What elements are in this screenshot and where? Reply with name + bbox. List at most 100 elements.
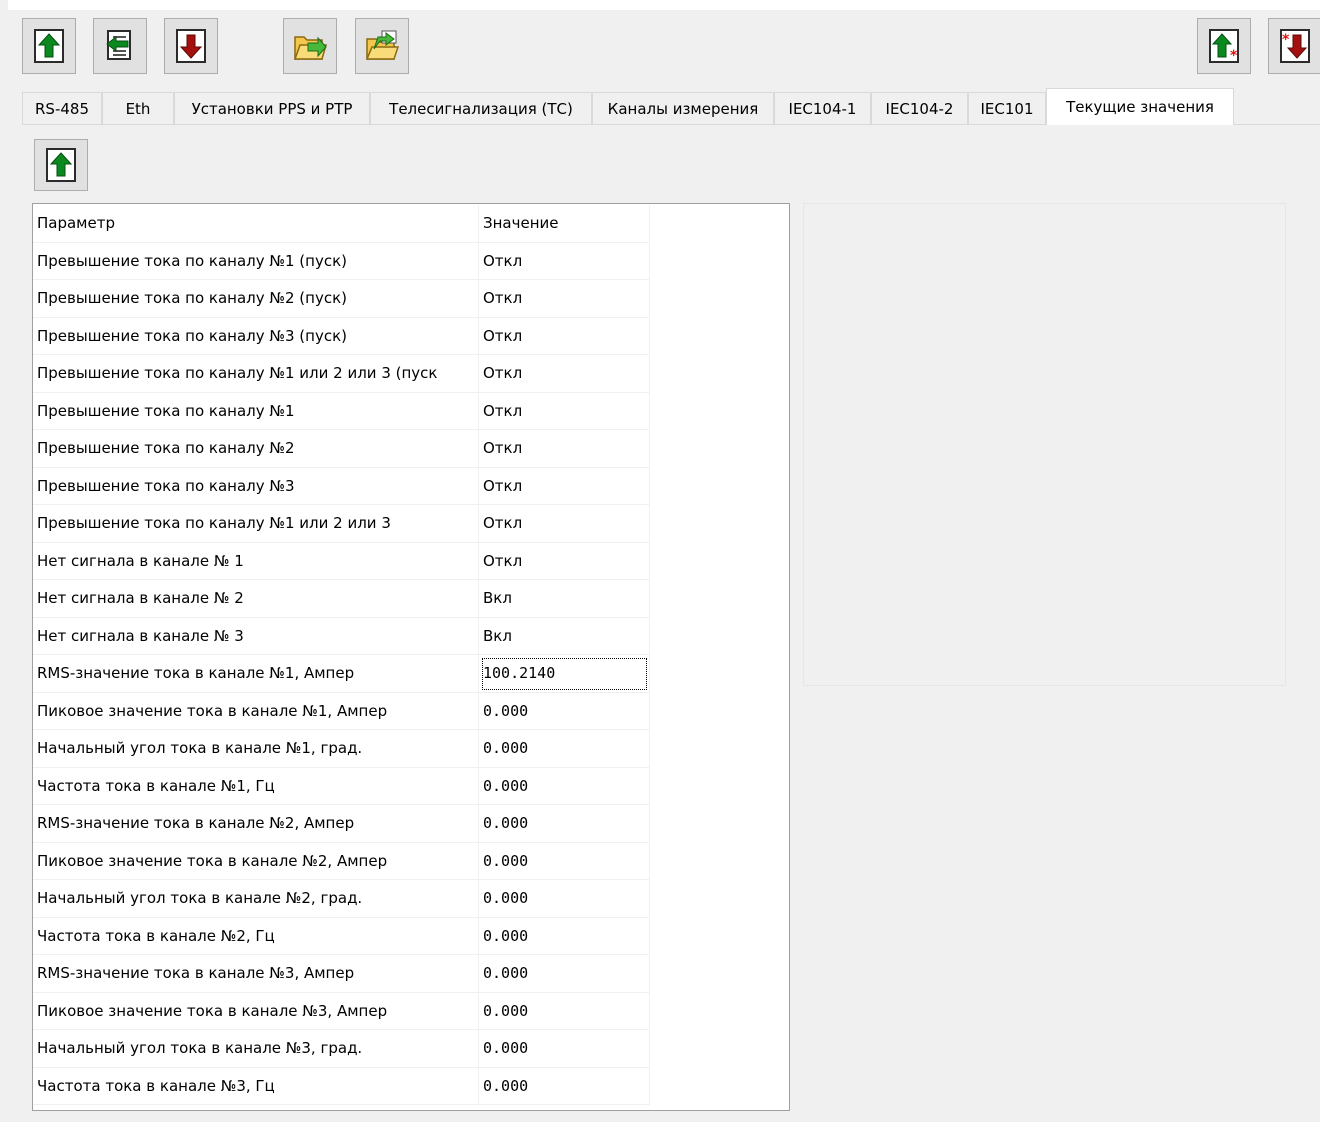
- tab-iec104-2[interactable]: IEC104-2: [871, 92, 968, 124]
- parameter-cell: Превышение тока по каналу №2 (пуск): [33, 280, 479, 318]
- value-cell[interactable]: Откл: [479, 317, 650, 355]
- parameter-cell: Превышение тока по каналу №3: [33, 467, 479, 505]
- parameter-cell: RMS-значение тока в канале №1, Ампер: [33, 655, 479, 693]
- parameter-cell: Превышение тока по каналу №2: [33, 430, 479, 468]
- value-cell[interactable]: 0.000: [479, 805, 650, 843]
- tab-iec101[interactable]: IEC101: [968, 92, 1046, 124]
- parameter-cell: Превышение тока по каналу №1 или 2 или 3…: [33, 355, 479, 393]
- table-row[interactable]: Частота тока в канале №2, Гц 0.000: [33, 917, 650, 955]
- parameter-cell: RMS-значение тока в канале №3, Ампер: [33, 955, 479, 993]
- value-cell[interactable]: 100.2140: [479, 655, 650, 693]
- window-top-strip: [8, 0, 1320, 10]
- parameter-cell: Нет сигнала в канале № 1: [33, 542, 479, 580]
- side-panel: [803, 203, 1286, 686]
- parameter-cell: Превышение тока по каналу №1: [33, 392, 479, 430]
- value-cell[interactable]: 0.000: [479, 1030, 650, 1068]
- value-cell[interactable]: Откл: [479, 242, 650, 280]
- import-button[interactable]: [93, 18, 147, 74]
- table-row[interactable]: Превышение тока по каналу №3 (пуск) Откл: [33, 317, 650, 355]
- value-cell[interactable]: 0.000: [479, 917, 650, 955]
- values-grid[interactable]: Параметр Значение Превышение тока по канал…: [32, 203, 790, 1111]
- value-cell[interactable]: 0.000: [479, 842, 650, 880]
- table-row[interactable]: Начальный угол тока в канале №2, град. 0.…: [33, 880, 650, 918]
- folder-save-icon: [365, 30, 400, 60]
- tab-current-values[interactable]: Текущие значения: [1046, 88, 1234, 125]
- table-row[interactable]: Пиковое значение тока в канале №2, Ампер…: [33, 842, 650, 880]
- value-cell[interactable]: Откл: [479, 392, 650, 430]
- value-cell[interactable]: 0.000: [479, 1067, 650, 1105]
- refresh-values-button[interactable]: [34, 139, 88, 191]
- column-header-value[interactable]: Значение: [479, 205, 650, 243]
- table-row[interactable]: Пиковое значение тока в канале №3, Ампер…: [33, 992, 650, 1030]
- green-up-arrow-icon: [34, 29, 64, 63]
- write-all-button[interactable]: *: [1268, 18, 1320, 74]
- tab-telesignalization[interactable]: Телесигнализация (ТС): [370, 92, 592, 124]
- save-file-button[interactable]: [355, 18, 409, 74]
- read-button[interactable]: [22, 18, 76, 74]
- table-row[interactable]: Превышение тока по каналу №1 или 2 или 3…: [33, 505, 650, 543]
- parameter-cell: Начальный угол тока в канале №3, град.: [33, 1030, 479, 1068]
- tab-pps-ptp[interactable]: Установки PPS и PTP: [174, 92, 370, 124]
- value-cell[interactable]: 0.000: [479, 692, 650, 730]
- svg-text:*: *: [1230, 48, 1238, 63]
- tab-iec104-1[interactable]: IEC104-1: [774, 92, 871, 124]
- read-all-button[interactable]: *: [1197, 18, 1251, 74]
- value-cell[interactable]: Откл: [479, 467, 650, 505]
- table-row[interactable]: Пиковое значение тока в канале №1, Ампер…: [33, 692, 650, 730]
- window-left-edge: [0, 0, 8, 1122]
- value-cell[interactable]: Откл: [479, 505, 650, 543]
- table-row[interactable]: Превышение тока по каналу №2 (пуск) Откл: [33, 280, 650, 318]
- value-cell[interactable]: Откл: [479, 280, 650, 318]
- parameter-cell: Начальный угол тока в канале №1, град.: [33, 730, 479, 768]
- value-cell[interactable]: 0.000: [479, 767, 650, 805]
- write-button[interactable]: [164, 18, 218, 74]
- table-row[interactable]: Начальный угол тока в канале №3, град. 0.…: [33, 1030, 650, 1068]
- green-up-arrow-icon: [46, 148, 76, 182]
- value-cell[interactable]: 0.000: [479, 992, 650, 1030]
- table-row[interactable]: Частота тока в канале №3, Гц 0.000: [33, 1067, 650, 1105]
- value-cell[interactable]: 0.000: [479, 730, 650, 768]
- table-row[interactable]: RMS-значение тока в канале №1, Ампер 100.…: [33, 655, 650, 693]
- table-row[interactable]: RMS-значение тока в канале №2, Ампер 0.00…: [33, 805, 650, 843]
- value-cell[interactable]: Откл: [479, 430, 650, 468]
- parameter-cell: Превышение тока по каналу №1 (пуск): [33, 242, 479, 280]
- green-left-arrow-doc-icon: [106, 30, 131, 60]
- value-cell[interactable]: Вкл: [479, 617, 650, 655]
- svg-text:*: *: [1282, 32, 1290, 48]
- green-up-arrow-star-icon: *: [1209, 29, 1239, 63]
- value-cell[interactable]: Вкл: [479, 580, 650, 618]
- parameter-cell: Превышение тока по каналу №1 или 2 или 3: [33, 505, 479, 543]
- tab-measurement-channels[interactable]: Каналы измерения: [592, 92, 774, 124]
- table-row[interactable]: Превышение тока по каналу №2 Откл: [33, 430, 650, 468]
- column-header-parameter[interactable]: Параметр: [33, 205, 479, 243]
- tab-eth[interactable]: Eth: [102, 92, 174, 124]
- table-row[interactable]: Превышение тока по каналу №3 Откл: [33, 467, 650, 505]
- parameter-cell: Частота тока в канале №1, Гц: [33, 767, 479, 805]
- table-row[interactable]: Нет сигнала в канале № 2 Вкл: [33, 580, 650, 618]
- tab-rs485[interactable]: RS-485: [22, 92, 102, 124]
- table-row[interactable]: RMS-значение тока в канале №3, Ампер 0.00…: [33, 955, 650, 993]
- table-row[interactable]: Нет сигнала в канале № 3 Вкл: [33, 617, 650, 655]
- table-row[interactable]: Превышение тока по каналу №1 (пуск) Откл: [33, 242, 650, 280]
- parameter-cell: Начальный угол тока в канале №2, град.: [33, 880, 479, 918]
- parameter-cell: Нет сигнала в канале № 2: [33, 580, 479, 618]
- parameter-cell: Пиковое значение тока в канале №2, Ампер: [33, 842, 479, 880]
- open-file-button[interactable]: [283, 18, 337, 74]
- parameter-cell: Нет сигнала в канале № 3: [33, 617, 479, 655]
- table-row[interactable]: Превышение тока по каналу №1 Откл: [33, 392, 650, 430]
- parameter-cell: Частота тока в канале №3, Гц: [33, 1067, 479, 1105]
- parameter-cell: Пиковое значение тока в канале №1, Ампер: [33, 692, 479, 730]
- red-down-arrow-icon: [176, 29, 206, 63]
- table-row[interactable]: Частота тока в канале №1, Гц 0.000: [33, 767, 650, 805]
- value-cell[interactable]: Откл: [479, 542, 650, 580]
- value-cell[interactable]: 0.000: [479, 880, 650, 918]
- table-row[interactable]: Начальный угол тока в канале №1, град. 0.…: [33, 730, 650, 768]
- value-cell[interactable]: Откл: [479, 355, 650, 393]
- parameter-cell: Превышение тока по каналу №3 (пуск): [33, 317, 479, 355]
- table-row[interactable]: Нет сигнала в канале № 1 Откл: [33, 542, 650, 580]
- parameter-cell: Пиковое значение тока в канале №3, Ампер: [33, 992, 479, 1030]
- table-row[interactable]: Превышение тока по каналу №1 или 2 или 3…: [33, 355, 650, 393]
- value-cell[interactable]: 0.000: [479, 955, 650, 993]
- red-down-arrow-star-icon: *: [1280, 29, 1310, 63]
- parameter-cell: RMS-значение тока в канале №2, Ампер: [33, 805, 479, 843]
